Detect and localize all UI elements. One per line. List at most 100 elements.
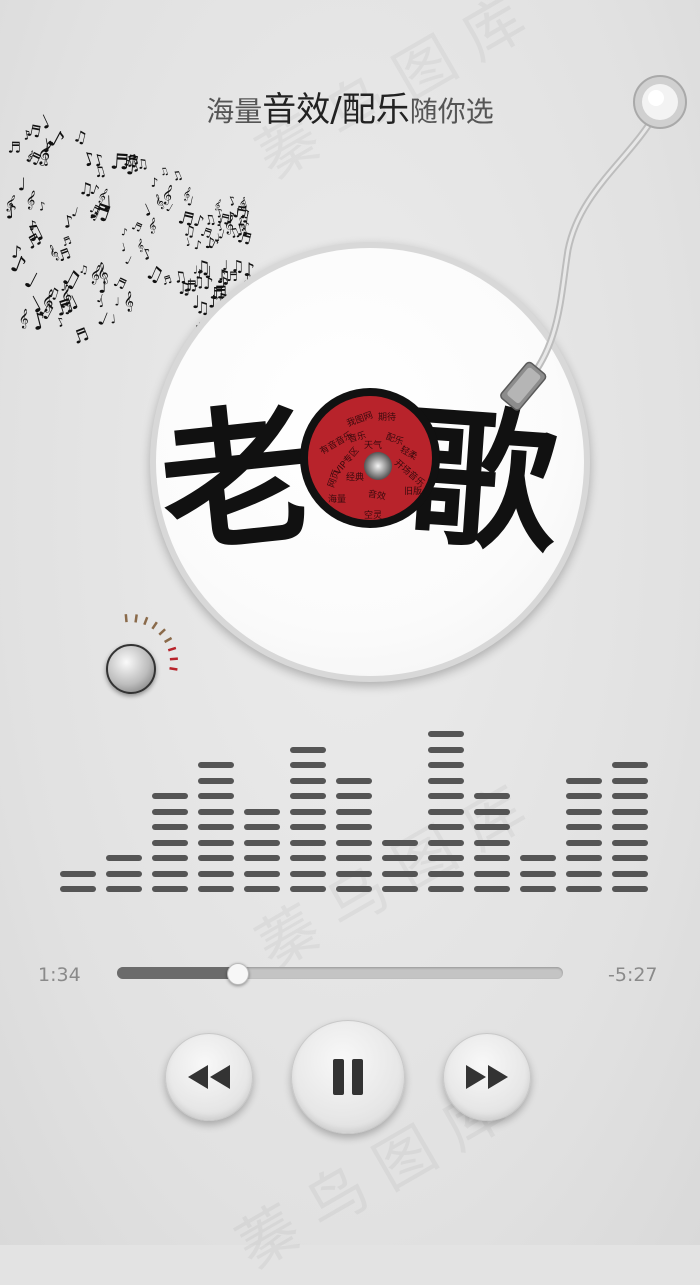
- seek-bar-fill: [117, 967, 238, 979]
- equalizer-segment: [382, 839, 418, 846]
- record-label-text: 空灵: [364, 511, 383, 521]
- equalizer-segment: [382, 870, 418, 877]
- music-note-icon: ♩: [139, 200, 154, 221]
- volume-knob[interactable]: [106, 644, 156, 694]
- music-note-icon: ♬: [130, 219, 145, 235]
- music-note-icon: ♬: [111, 274, 129, 294]
- music-note-icon: ♪: [218, 269, 226, 283]
- music-note-icon: ♫: [230, 257, 244, 276]
- music-player-screen: 蓁 鸟 图 库 蓁 鸟 图 库 蓁 鸟 图 库 蓁 鸟 图 库 海量音效/配乐随…: [0, 0, 700, 1283]
- seek-thumb[interactable]: [227, 963, 250, 985]
- tonearm[interactable]: [460, 70, 700, 430]
- equalizer-segment: [290, 855, 326, 861]
- equalizer-segment: [336, 808, 372, 815]
- music-note-icon: ♬: [7, 139, 21, 157]
- equalizer-segment: [612, 762, 648, 768]
- music-note-icon: ♫: [169, 167, 185, 184]
- equalizer-segment: [428, 855, 464, 861]
- record-label-red: 我图网 期待 有音音乐 VIP专区 配乐 轻柔 音乐 天气 网页 开场音乐 音效 海量 空灵 旧版 经典: [308, 396, 432, 521]
- equalizer-segment: [290, 762, 326, 768]
- record-label-text: 期待: [378, 413, 397, 423]
- equalizer-segment: [474, 793, 510, 799]
- equalizer-segment: [244, 886, 280, 892]
- volume-tick: [134, 614, 138, 623]
- equalizer-segment: [152, 855, 188, 861]
- equalizer-segment: [290, 746, 326, 753]
- record-label-text: 海量: [328, 495, 347, 505]
- equalizer-segment: [566, 824, 602, 830]
- equalizer-segment: [244, 808, 280, 815]
- equalizer-segment: [474, 870, 510, 877]
- equalizer-segment: [198, 886, 234, 892]
- equalizer-segment: [566, 793, 602, 799]
- equalizer-segment: [428, 777, 464, 784]
- equalizer-segment: [244, 824, 280, 830]
- music-note-icon: ♪: [11, 242, 23, 263]
- equalizer-segment: [566, 777, 602, 784]
- equalizer-segment: [244, 855, 280, 861]
- equalizer-segment: [428, 731, 464, 737]
- volume-tick: [169, 667, 178, 671]
- pause-button[interactable]: [291, 1020, 405, 1134]
- equalizer-segment: [336, 855, 372, 861]
- music-note-icon: ♫: [71, 126, 89, 148]
- equalizer-segment: [336, 824, 372, 830]
- music-note-icon: ♪: [37, 199, 47, 214]
- music-note-icon: ♫: [158, 166, 170, 179]
- equalizer-segment: [612, 886, 648, 892]
- equalizer-segment: [382, 886, 418, 892]
- music-note-icon: ♪: [150, 175, 158, 190]
- equalizer-segment: [428, 762, 464, 768]
- record-label-text: 天气: [364, 441, 383, 451]
- equalizer-segment: [106, 886, 142, 892]
- equalizer-segment: [106, 870, 142, 877]
- equalizer-segment: [290, 777, 326, 784]
- playback-progress: 1:34 -5:27: [0, 950, 700, 1000]
- equalizer-segment: [474, 824, 510, 830]
- equalizer-segment: [520, 855, 556, 861]
- album-title-char-1: 老: [152, 386, 311, 576]
- record-label-text: 网页: [326, 468, 343, 490]
- remaining-time: -5:27: [608, 964, 658, 986]
- equalizer-segment: [198, 870, 234, 877]
- equalizer-segment: [336, 839, 372, 846]
- music-note-icon: ♩: [123, 253, 134, 268]
- equalizer-segment: [520, 886, 556, 892]
- music-note-icon: ♫: [191, 273, 204, 291]
- headline-part-2: 音效/配乐: [262, 90, 410, 130]
- music-note-icon: ♩: [114, 296, 119, 309]
- equalizer-segment: [336, 777, 372, 784]
- equalizer-segment: [106, 855, 142, 861]
- volume-tick: [167, 646, 177, 652]
- equalizer-segment: [198, 793, 234, 799]
- equalizer-segment: [336, 793, 372, 799]
- equalizer-segment: [290, 870, 326, 877]
- equalizer-segment: [566, 886, 602, 892]
- equalizer-segment: [336, 870, 372, 877]
- equalizer-segment: [428, 793, 464, 799]
- seek-bar[interactable]: [117, 963, 563, 985]
- rewind-button[interactable]: [165, 1033, 253, 1121]
- equalizer-segment: [60, 870, 96, 877]
- equalizer-segment: [612, 808, 648, 815]
- music-note-icon: 𝄞: [123, 292, 134, 312]
- music-note-icon: 𝄞: [148, 218, 157, 234]
- equalizer-segment: [566, 839, 602, 846]
- equalizer-segment: [612, 777, 648, 784]
- equalizer-segment: [382, 855, 418, 861]
- equalizer-segment: [428, 746, 464, 753]
- music-note-icon: ♬: [160, 273, 173, 288]
- equalizer-segment: [60, 886, 96, 892]
- music-note-icon: 𝄞: [24, 189, 37, 210]
- equalizer-segment: [244, 839, 280, 846]
- record-label-text: 音效: [367, 489, 387, 503]
- equalizer-segment: [428, 824, 464, 830]
- music-note-icon: ♬: [60, 234, 74, 250]
- equalizer-segment: [612, 870, 648, 877]
- equalizer-segment: [612, 824, 648, 830]
- fast-forward-button[interactable]: [443, 1033, 531, 1121]
- volume-tick: [151, 621, 158, 630]
- equalizer-segment: [152, 808, 188, 815]
- record-label-text: 旧版: [404, 487, 423, 497]
- equalizer-segment: [428, 808, 464, 815]
